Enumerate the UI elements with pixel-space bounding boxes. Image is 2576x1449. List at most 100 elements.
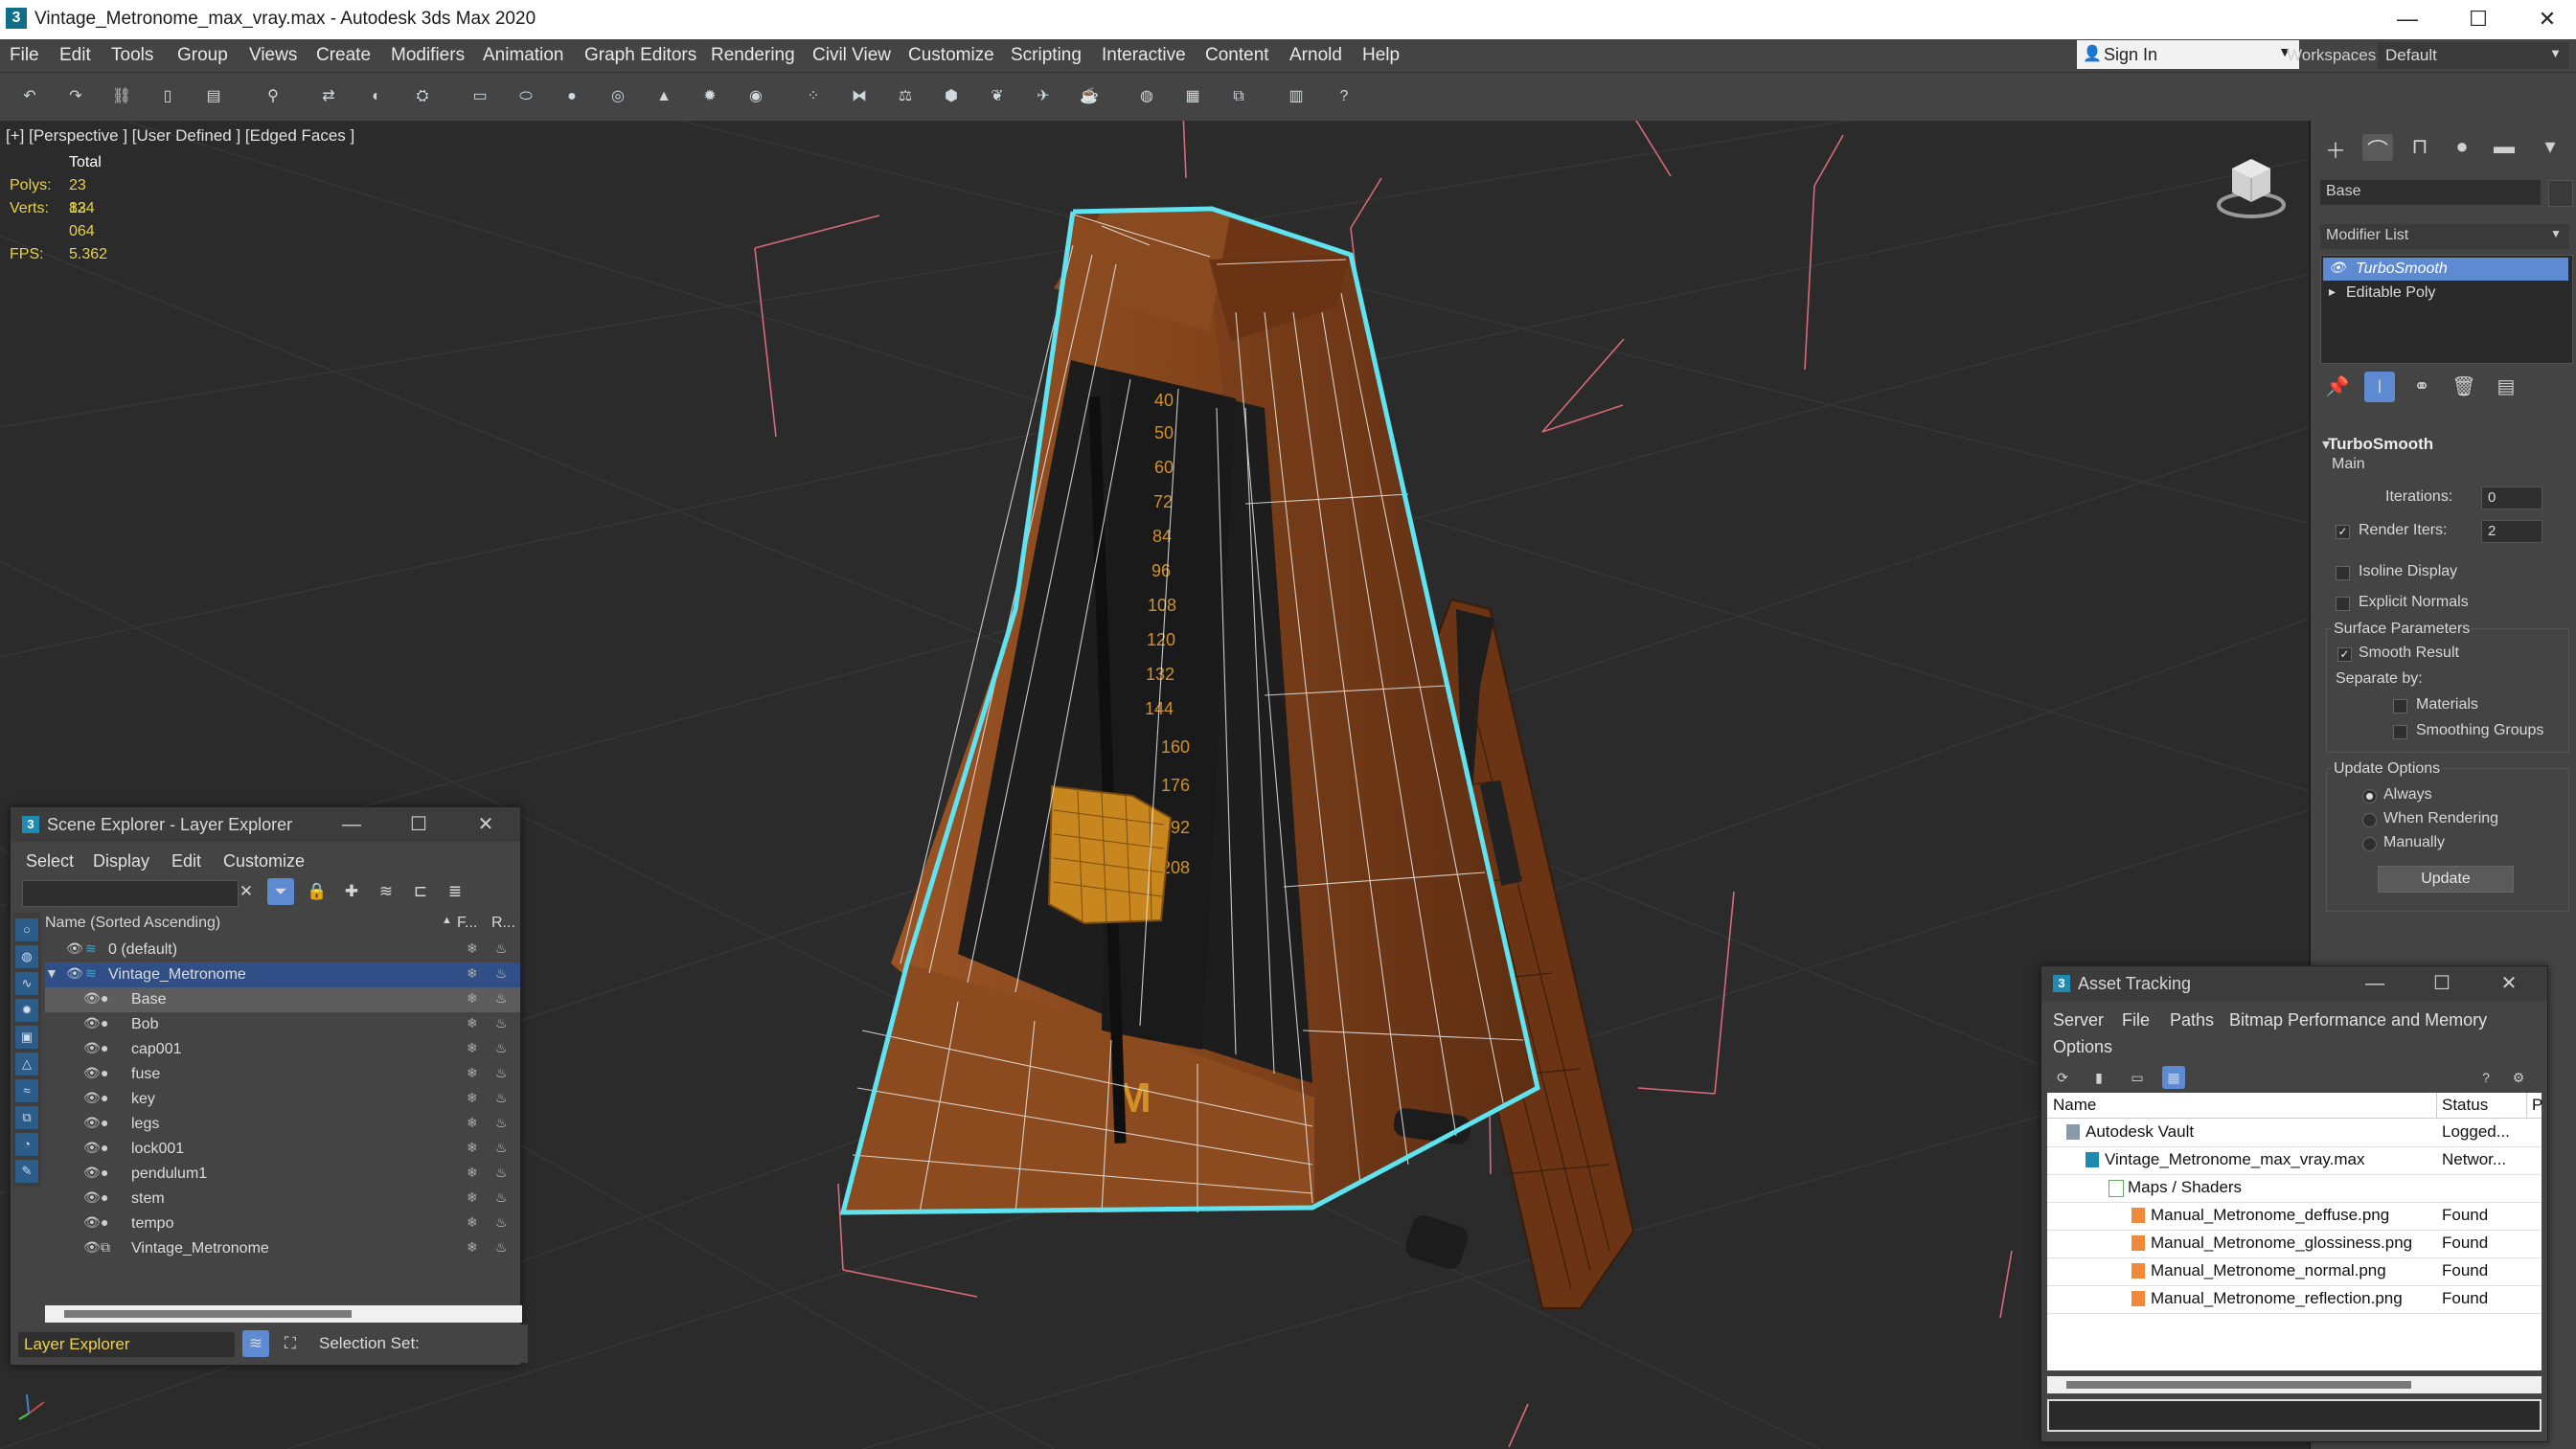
workspace-select[interactable]: Default ▼ — [2378, 42, 2569, 69]
eye-icon[interactable]: 👁 — [2329, 260, 2346, 276]
align-icon[interactable]: ⚖ — [893, 84, 918, 109]
object-row[interactable]: 👁 ● Bob ❄ ♨ — [45, 1012, 520, 1037]
eye-icon[interactable]: 👁 — [83, 1115, 101, 1131]
layers-icon[interactable]: ≋ — [373, 878, 399, 905]
snowflake-icon[interactable]: ❄ — [467, 990, 478, 1007]
display-shapes-icon[interactable]: ∿ — [15, 972, 38, 995]
snowflake-icon[interactable]: ❄ — [467, 1165, 478, 1181]
minimize-button[interactable]: — — [2385, 4, 2429, 34]
render-iters-checkbox[interactable]: ✓ — [2336, 525, 2350, 539]
help-icon[interactable]: ? — [1332, 84, 1356, 109]
hierarchy-icon[interactable]: ⊏ — [407, 878, 434, 905]
menu-file[interactable]: File — [10, 45, 39, 66]
close-button[interactable]: ✕ — [2492, 970, 2526, 997]
column-frozen[interactable]: F... — [457, 915, 477, 932]
teapot-icon[interactable]: ♨ — [495, 1065, 508, 1081]
eye-icon[interactable]: 👁 — [83, 1065, 101, 1081]
isoline-display-checkbox[interactable] — [2336, 566, 2350, 580]
schematic-view-icon[interactable]: ⬢ — [939, 84, 964, 109]
menu-arnold[interactable]: Arnold — [1289, 45, 1342, 66]
maximize-button[interactable]: ☐ — [2425, 970, 2459, 997]
snowflake-icon[interactable]: ❄ — [467, 1140, 478, 1156]
asset-tracking-status-field[interactable] — [2047, 1399, 2542, 1432]
object-row[interactable]: 👁 ● legs ❄ ♨ — [45, 1112, 520, 1137]
eye-icon[interactable]: 👁 — [83, 1239, 101, 1256]
column-path[interactable]: P — [2532, 1096, 2542, 1115]
eye-icon[interactable]: 👁 — [83, 1090, 101, 1106]
update-button[interactable]: Update — [2378, 866, 2514, 893]
rectangular-selection-icon[interactable]: ⛭ — [410, 84, 435, 109]
teapot-icon[interactable]: ♨ — [495, 1165, 508, 1181]
object-row[interactable]: 👁 ● fuse ❄ ♨ — [45, 1062, 520, 1087]
display-cameras-icon[interactable]: ▣ — [15, 1026, 38, 1049]
asset-row[interactable]: Manual_Metronome_reflection.png Found — [2047, 1285, 2542, 1314]
filter-icon[interactable]: ⏷ — [267, 878, 294, 905]
box-icon[interactable]: ▭ — [467, 84, 492, 109]
select-by-name-icon[interactable]: ◐ — [364, 84, 389, 109]
snowflake-icon[interactable]: ❄ — [467, 1065, 478, 1081]
object-row[interactable]: 👁 ● key ❄ ♨ — [45, 1087, 520, 1112]
display-xrefs-icon[interactable]: ◔ — [15, 1133, 38, 1156]
snowflake-icon[interactable]: ❄ — [467, 1115, 478, 1131]
menu-group[interactable]: Group — [177, 45, 228, 66]
material-editor-icon[interactable]: ✈ — [1031, 84, 1056, 109]
snowflake-icon[interactable]: ❄ — [467, 1214, 478, 1231]
rendered-frame-icon[interactable]: ▦ — [1180, 84, 1205, 109]
lock-icon[interactable]: 🔒 — [304, 878, 331, 905]
manually-radio[interactable] — [2362, 837, 2377, 851]
eye-icon[interactable]: 👁 — [83, 1165, 101, 1181]
minimize-button[interactable]: — — [2358, 970, 2392, 997]
motion-tab-icon[interactable]: ● — [2447, 134, 2477, 161]
teapot-icon[interactable]: ♨ — [495, 965, 508, 982]
close-button[interactable]: ✕ — [468, 811, 503, 838]
display-lights-icon[interactable]: ✹ — [15, 999, 38, 1022]
display-tab-icon[interactable]: ▬ — [2489, 134, 2519, 161]
asset-row[interactable]: Manual_Metronome_normal.png Found — [2047, 1257, 2542, 1286]
curve-editor-icon[interactable]: ❦ — [985, 84, 1010, 109]
selection-set-icon[interactable]: ⛶ — [277, 1330, 304, 1357]
display-spacewarps-icon[interactable]: ≈ — [15, 1079, 38, 1102]
asset-row[interactable]: Manual_Metronome_glossiness.png Found — [2047, 1230, 2542, 1258]
tree-view-icon[interactable]: ▦ — [2162, 1066, 2185, 1089]
asset-tracking-scrollbar[interactable] — [2047, 1376, 2542, 1393]
create-layer-icon[interactable]: ✚ — [338, 878, 365, 905]
light-icon[interactable]: ✹ — [697, 84, 722, 109]
object-row[interactable]: 👁 ● tempo ❄ ♨ — [45, 1211, 520, 1236]
sphere-icon[interactable]: ● — [559, 84, 584, 109]
column-render[interactable]: R... — [491, 915, 515, 932]
layer-row[interactable]: ▼ 👁 ≋ Vintage_Metronome ❄ ♨ — [45, 962, 520, 987]
teapot-icon[interactable]: ♨ — [495, 1015, 508, 1031]
details-view-icon[interactable]: ▭ — [2126, 1066, 2149, 1089]
scene-layers-icon[interactable]: ▥ — [1284, 84, 1309, 109]
explorer-select[interactable]: Layer Explorer — [18, 1332, 235, 1357]
eye-icon[interactable]: 👁 — [66, 940, 83, 957]
layer-stack-icon[interactable]: ≣ — [442, 878, 468, 905]
layer-row[interactable]: 👁 ≋ 0 (default) ❄ ♨ — [45, 938, 520, 962]
object-row[interactable]: 👁 ● pendulum1 ❄ ♨ — [45, 1162, 520, 1187]
display-bones-icon[interactable]: ✎ — [15, 1160, 38, 1183]
bind-space-warp-icon[interactable]: ▤ — [201, 84, 226, 109]
object-row[interactable]: 👁 ● cap001 ❄ ♨ — [45, 1037, 520, 1062]
smoothing-groups-checkbox[interactable] — [2393, 725, 2407, 739]
se-menu-display[interactable]: Display — [93, 851, 149, 872]
teapot-icon[interactable]: ♨ — [495, 1115, 508, 1131]
column-name[interactable]: Name (Sorted Ascending) — [45, 915, 220, 932]
select-object-icon[interactable]: ⇄ — [316, 84, 341, 109]
menu-content[interactable]: Content — [1205, 45, 1269, 66]
object-name-field[interactable]: Base — [2320, 180, 2541, 205]
snowflake-icon[interactable]: ❄ — [467, 965, 478, 982]
eye-icon[interactable]: 👁 — [83, 990, 101, 1007]
menu-rendering[interactable]: Rendering — [711, 45, 795, 66]
asset-row[interactable]: Manual_Metronome_deffuse.png Found — [2047, 1202, 2542, 1231]
maximize-button[interactable]: ☐ — [2456, 4, 2500, 34]
eye-icon[interactable]: 👁 — [83, 1214, 101, 1231]
layers-icon[interactable]: ≋ — [242, 1330, 269, 1357]
stack-item-turbosmooth[interactable]: 👁 TurboSmooth — [2323, 258, 2568, 281]
object-row[interactable]: 👁 ● Base ❄ ♨ — [45, 987, 520, 1012]
help-icon[interactable]: ? — [2474, 1066, 2497, 1089]
minimize-button[interactable]: — — [334, 811, 369, 838]
scene-explorer-search-input[interactable] — [22, 880, 239, 907]
eye-icon[interactable]: 👁 — [83, 1189, 101, 1206]
menu-views[interactable]: Views — [249, 45, 297, 66]
unlink-icon[interactable]: ▯ — [155, 84, 180, 109]
